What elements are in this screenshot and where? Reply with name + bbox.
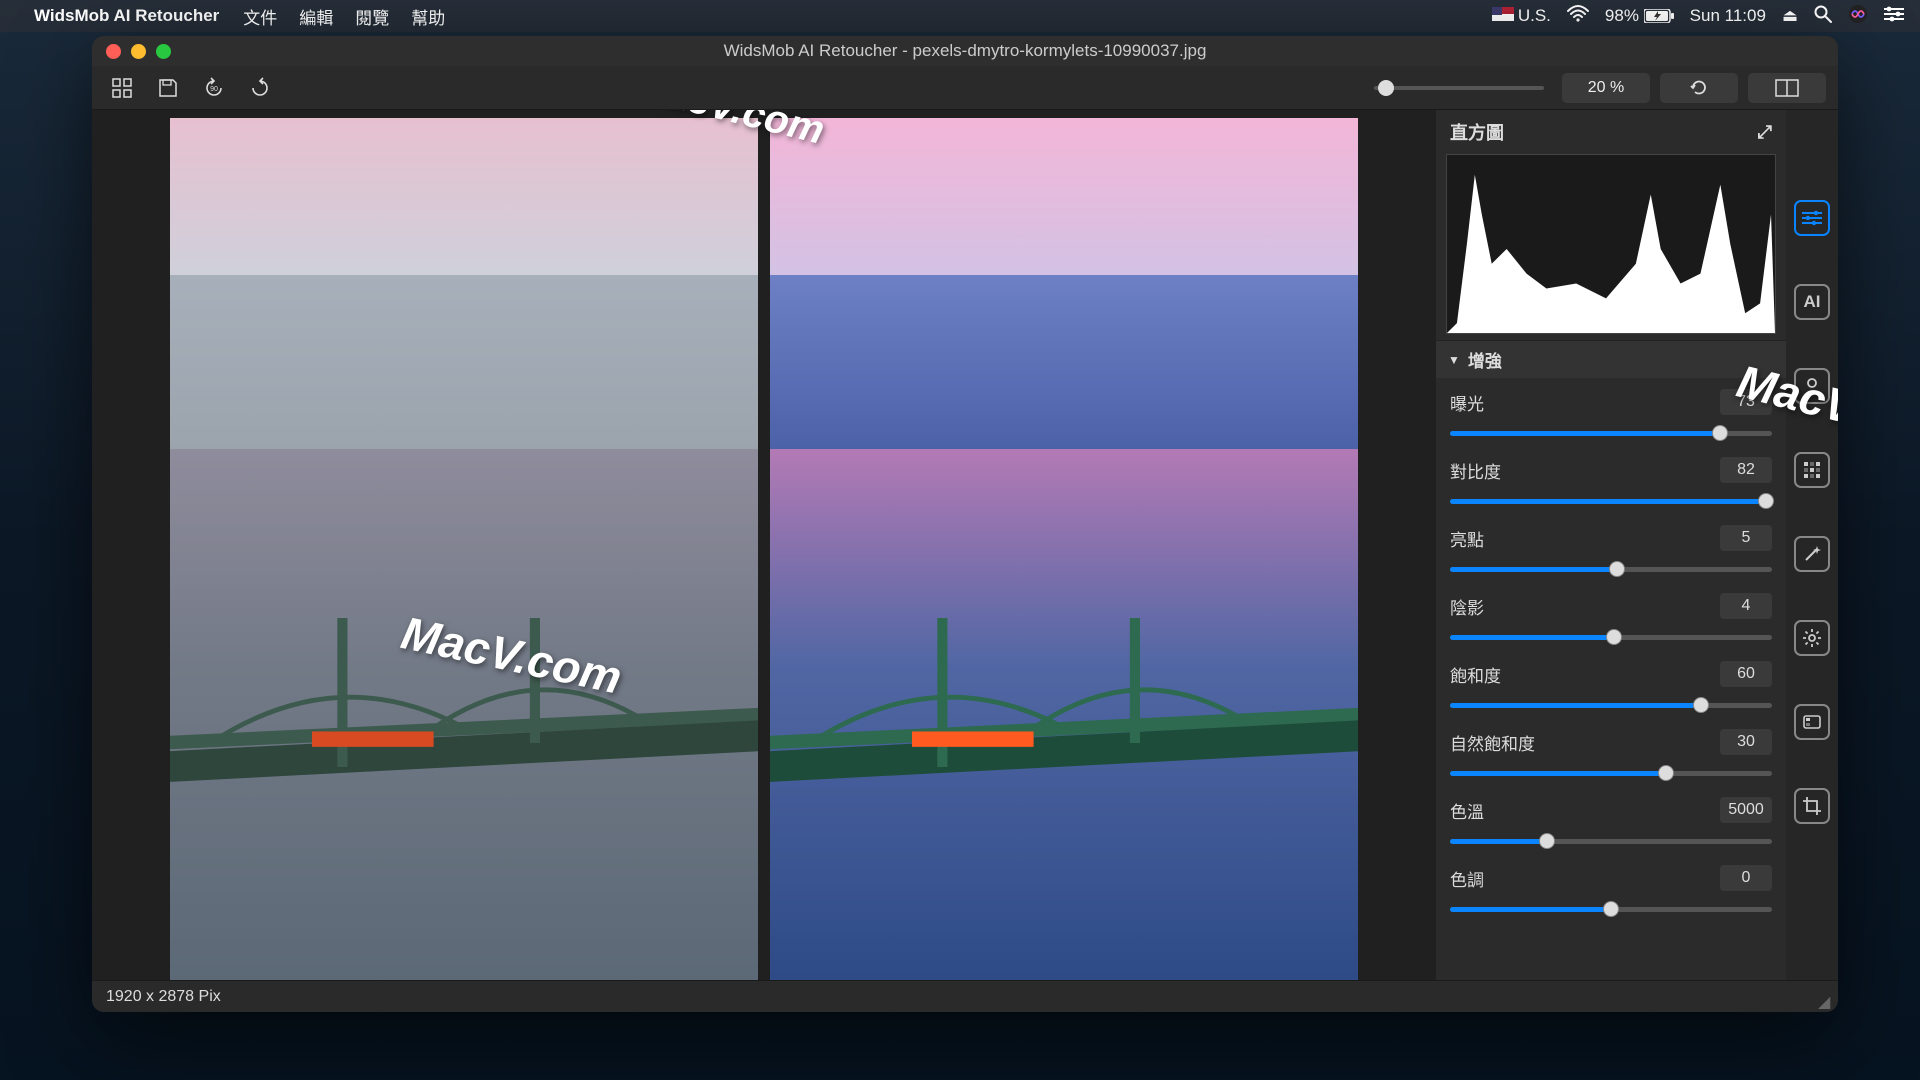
tab-adjustments[interactable] — [1794, 200, 1830, 236]
slider-5[interactable] — [1450, 762, 1772, 784]
histogram-title: 直方圖 — [1450, 119, 1504, 145]
expand-icon[interactable]: ⤢ — [1758, 122, 1772, 143]
svg-text:90: 90 — [210, 86, 218, 93]
tab-palette[interactable] — [1794, 704, 1830, 740]
status-bar: 1920 x 2878 Pix — [92, 980, 1838, 1012]
control-label: 對比度 — [1450, 458, 1501, 483]
menu-edit[interactable]: 編輯 — [299, 4, 333, 29]
traffic-lights — [106, 44, 171, 59]
control-value[interactable]: 30 — [1720, 729, 1772, 755]
section-enhance[interactable]: ▼ 增強 — [1436, 340, 1786, 378]
eject-icon[interactable]: ⏏ — [1782, 6, 1798, 26]
window-title: WidsMob AI Retoucher - pexels-dmytro-kor… — [724, 41, 1207, 61]
grid-icon[interactable] — [104, 72, 140, 104]
tab-portrait[interactable] — [1794, 368, 1830, 404]
slider-knob[interactable] — [1609, 561, 1625, 577]
control-label: 飽和度 — [1450, 662, 1501, 687]
section-title: 增強 — [1468, 347, 1502, 372]
tab-settings[interactable] — [1794, 620, 1830, 656]
toolbar: 90 20 % — [92, 66, 1838, 110]
slider-6[interactable] — [1450, 830, 1772, 852]
save-icon[interactable] — [150, 72, 186, 104]
reset-icon[interactable] — [1660, 73, 1738, 103]
control-value[interactable]: 73 — [1720, 389, 1772, 415]
spotlight-icon[interactable] — [1814, 5, 1832, 28]
slider-4[interactable] — [1450, 694, 1772, 716]
control-label: 亮點 — [1450, 526, 1484, 551]
titlebar[interactable]: WidsMob AI Retoucher - pexels-dmytro-kor… — [92, 36, 1838, 66]
control-value[interactable]: 4 — [1720, 593, 1772, 619]
siri-icon[interactable] — [1848, 4, 1868, 29]
control-value[interactable]: 0 — [1720, 865, 1772, 891]
control-value[interactable]: 82 — [1720, 457, 1772, 483]
slider-knob[interactable] — [1603, 901, 1619, 917]
maximize-button[interactable] — [156, 44, 171, 59]
resize-grip-icon[interactable]: ◢ — [1818, 992, 1834, 1008]
battery-status[interactable]: 98% — [1605, 6, 1674, 26]
edited-image-pane — [770, 118, 1358, 980]
tab-noise[interactable] — [1794, 452, 1830, 488]
menu-view[interactable]: 閱覽 — [355, 4, 389, 29]
slider-3[interactable] — [1450, 626, 1772, 648]
menu-help[interactable]: 幫助 — [411, 4, 445, 29]
histogram — [1446, 154, 1776, 334]
rotate-right-icon[interactable] — [242, 72, 278, 104]
image-dimensions: 1920 x 2878 Pix — [106, 988, 221, 1006]
slider-2[interactable] — [1450, 558, 1772, 580]
menu-file[interactable]: 文件 — [243, 4, 277, 29]
tab-crop[interactable] — [1794, 788, 1830, 824]
control-label: 陰影 — [1450, 594, 1484, 619]
app-window: WidsMob AI Retoucher - pexels-dmytro-kor… — [92, 36, 1838, 1012]
mac-menubar: WidsMob AI Retoucher 文件 編輯 閱覽 幫助 U.S. 98… — [0, 0, 1920, 32]
side-panel: 直方圖 ⤢ ▼ 增強 曝光 73 對比度 82 亮點 5 陰影 4 飽和度 60 自然飽和度 30 色溫… — [1436, 110, 1786, 980]
slider-0[interactable] — [1450, 422, 1772, 444]
wifi-icon[interactable] — [1567, 5, 1589, 28]
control-value[interactable]: 5000 — [1720, 797, 1772, 823]
control-label: 曝光 — [1450, 390, 1484, 415]
control-label: 色調 — [1450, 866, 1484, 891]
minimize-button[interactable] — [131, 44, 146, 59]
slider-knob[interactable] — [1712, 425, 1728, 441]
slider-knob[interactable] — [1693, 697, 1709, 713]
slider-knob[interactable] — [1758, 493, 1774, 509]
rotate-left-icon[interactable]: 90 — [196, 72, 232, 104]
control-label: 自然飽和度 — [1450, 730, 1535, 755]
tab-ai[interactable]: AI — [1794, 284, 1830, 320]
zoom-knob[interactable] — [1378, 80, 1394, 96]
slider-knob[interactable] — [1658, 765, 1674, 781]
tab-wand[interactable] — [1794, 536, 1830, 572]
control-value[interactable]: 60 — [1720, 661, 1772, 687]
controls-list: 曝光 73 對比度 82 亮點 5 陰影 4 飽和度 60 自然飽和度 30 色溫 5000 色調 0 — [1436, 378, 1786, 940]
app-name[interactable]: WidsMob AI Retoucher — [34, 6, 219, 26]
slider-1[interactable] — [1450, 490, 1772, 512]
original-image-pane: MacV.com — [170, 118, 758, 980]
input-source[interactable]: U.S. — [1492, 6, 1551, 26]
close-button[interactable] — [106, 44, 121, 59]
control-label: 色溫 — [1450, 798, 1484, 823]
zoom-value[interactable]: 20 % — [1562, 73, 1650, 103]
slider-knob[interactable] — [1606, 629, 1622, 645]
slider-7[interactable] — [1450, 898, 1772, 920]
canvas-area[interactable]: MacV.com MacV.com — [92, 110, 1436, 980]
control-center-icon[interactable] — [1884, 6, 1904, 27]
triangle-down-icon: ▼ — [1448, 353, 1460, 367]
control-value[interactable]: 5 — [1720, 525, 1772, 551]
slider-knob[interactable] — [1539, 833, 1555, 849]
clock[interactable]: Sun 11:09 — [1690, 6, 1766, 26]
compare-icon[interactable] — [1748, 73, 1826, 103]
zoom-slider[interactable] — [1374, 86, 1544, 90]
tool-strip: AI — [1786, 110, 1838, 980]
